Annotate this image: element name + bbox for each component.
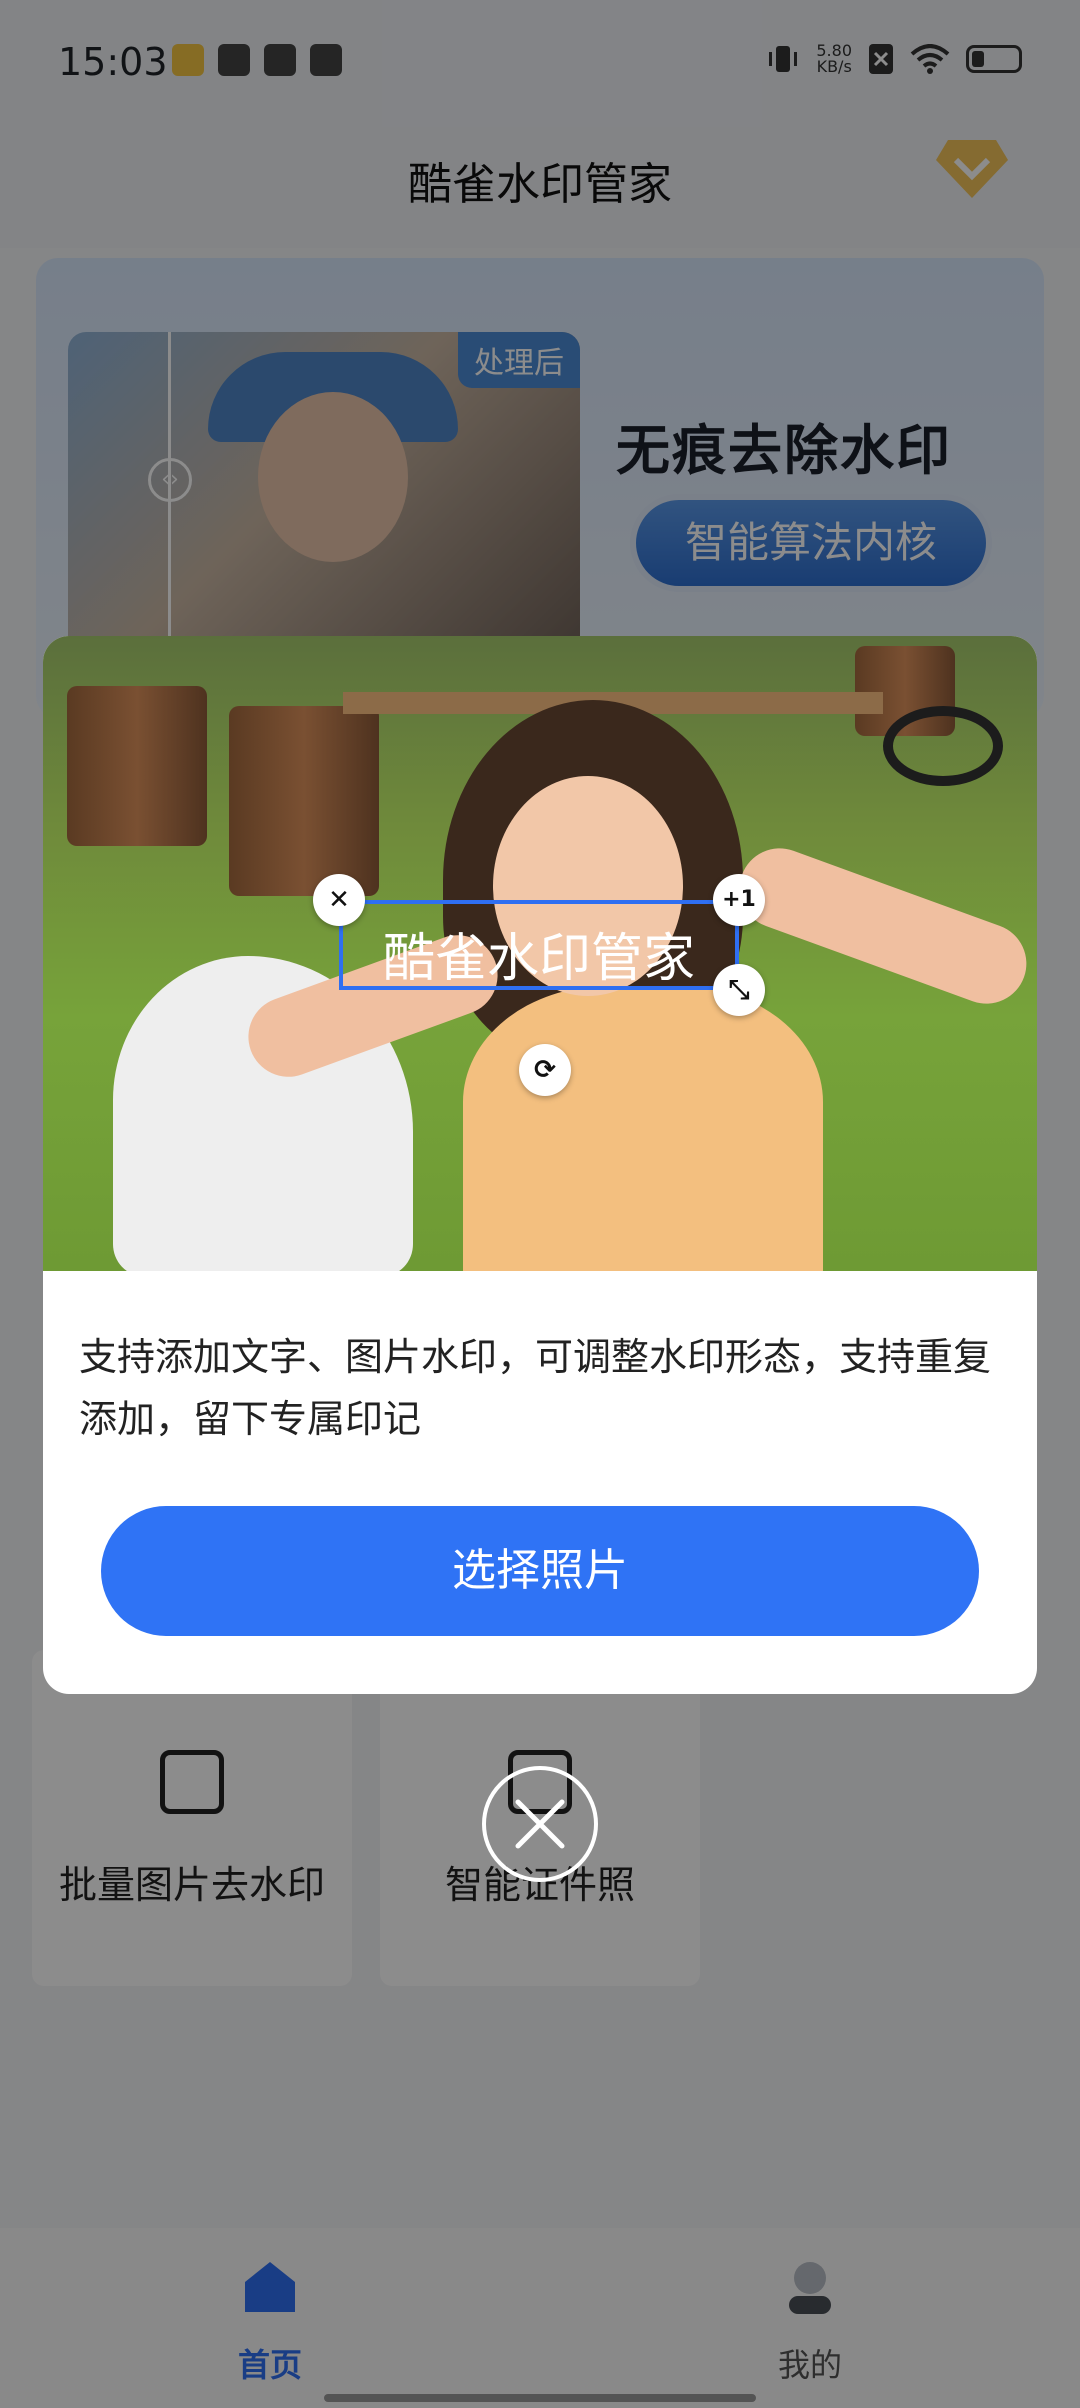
delete-watermark-icon[interactable]: ✕ xyxy=(313,874,365,926)
rotate-watermark-icon[interactable]: ⟳ xyxy=(519,1044,571,1096)
watermark-text: 酷雀水印管家 xyxy=(382,929,695,989)
select-photo-button[interactable]: 选择照片 xyxy=(101,1506,979,1636)
resize-watermark-icon[interactable]: ⤡ xyxy=(713,964,765,1016)
close-icon xyxy=(515,1799,565,1849)
photo-body xyxy=(463,986,823,1271)
photo-arm xyxy=(728,837,1037,1015)
photo-stump xyxy=(67,686,207,846)
modal-example-photo: 酷雀水印管家 ✕ +1 ⤡ ⟳ xyxy=(43,636,1037,1271)
modal-description: 支持添加文字、图片水印，可调整水印形态，支持重复添加，留下专属印记 xyxy=(79,1335,992,1441)
close-modal-button[interactable] xyxy=(482,1766,598,1882)
watermark-text-box[interactable]: 酷雀水印管家 xyxy=(339,900,739,990)
watermark-modal: 酷雀水印管家 ✕ +1 ⤡ ⟳ 支持添加文字、图片水印，可调整水印形态，支持重复… xyxy=(43,636,1037,1694)
photo-stump xyxy=(229,706,379,896)
photo-hose xyxy=(883,706,1003,786)
duplicate-watermark-icon[interactable]: +1 xyxy=(713,874,765,926)
